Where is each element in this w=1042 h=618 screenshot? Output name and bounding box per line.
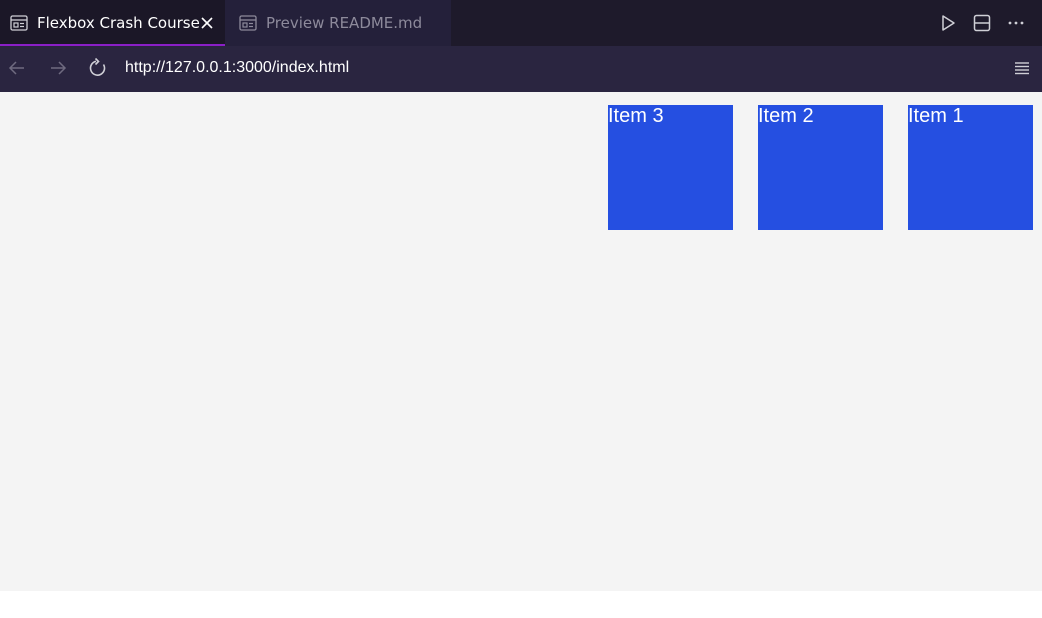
preview-icon (239, 15, 257, 31)
menu-icon[interactable] (1012, 58, 1032, 78)
reload-icon[interactable] (87, 57, 109, 79)
tab-flexbox-crash-course[interactable]: Flexbox Crash Course (0, 0, 225, 46)
more-icon[interactable] (1006, 13, 1026, 33)
close-icon[interactable] (199, 15, 215, 31)
back-arrow-icon[interactable] (6, 57, 28, 79)
run-icon[interactable] (938, 13, 958, 33)
url-field[interactable]: http://127.0.0.1:3000/index.html (125, 58, 349, 78)
preview-icon (10, 15, 28, 31)
browser-nav-bar: http://127.0.0.1:3000/index.html (0, 46, 1042, 92)
flex-container: Item 1 Item 2 Item 3 (0, 105, 1033, 230)
editor-actions (938, 13, 1026, 33)
tab-label: Preview README.md (266, 14, 423, 32)
forward-arrow-icon[interactable] (47, 57, 69, 79)
flex-item-1: Item 1 (908, 105, 1033, 230)
flex-item-3: Item 3 (608, 105, 733, 230)
flex-item-2: Item 2 (758, 105, 883, 230)
page-viewport: Item 1 Item 2 Item 3 (0, 92, 1042, 591)
tab-preview-readme[interactable]: Preview README.md (225, 0, 451, 46)
tab-label: Flexbox Crash Course (37, 14, 200, 32)
tab-bar: Flexbox Crash Course Preview README.md (0, 0, 1042, 46)
split-editor-icon[interactable] (972, 13, 992, 33)
